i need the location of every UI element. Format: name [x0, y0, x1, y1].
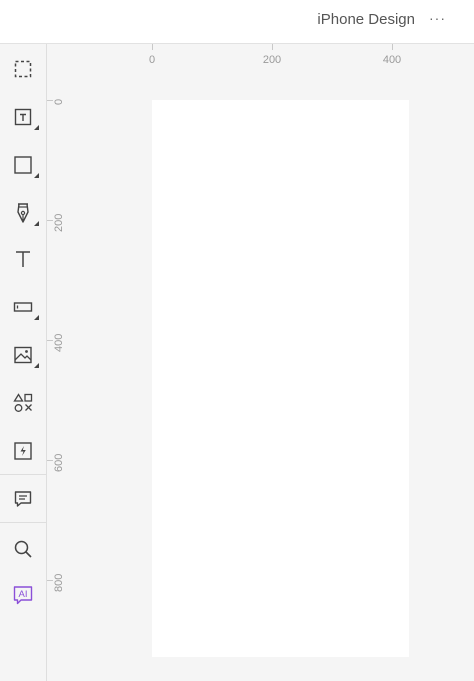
search-icon — [14, 540, 32, 558]
ruler-label: 0 — [53, 98, 65, 105]
ruler-label: 800 — [53, 573, 65, 592]
comment-tool-button[interactable] — [0, 476, 46, 522]
components-icon — [13, 393, 33, 412]
pen-tool-button[interactable] — [0, 190, 46, 236]
left-toolbar: AI — [0, 44, 47, 681]
ruler-tick — [152, 44, 153, 50]
more-options-button[interactable]: ··· — [429, 10, 446, 26]
submenu-indicator-icon — [34, 125, 39, 130]
vertical-ruler: 0 200 400 600 800 — [47, 74, 77, 681]
image-icon — [14, 346, 32, 364]
horizontal-ruler: 0 200 400 — [47, 44, 474, 74]
interaction-tool-button[interactable] — [0, 428, 46, 474]
marquee-select-icon — [14, 60, 32, 78]
ruler-label: 200 — [53, 213, 65, 232]
ruler-label: 400 — [382, 54, 402, 66]
document-title[interactable]: iPhone Design — [317, 11, 415, 28]
ruler-label: 400 — [53, 333, 65, 352]
submenu-indicator-icon — [34, 363, 39, 368]
search-tool-button[interactable] — [0, 526, 46, 572]
submenu-indicator-icon — [34, 173, 39, 178]
lightning-icon — [14, 442, 32, 460]
text-box-tool-button[interactable] — [0, 94, 46, 140]
toolbar-divider — [0, 522, 46, 523]
comment-icon — [14, 491, 32, 507]
image-tool-button[interactable] — [0, 332, 46, 378]
ruler-tick — [272, 44, 273, 50]
submenu-indicator-icon — [34, 315, 39, 320]
ruler-label: 600 — [53, 453, 65, 472]
ruler-label: 200 — [262, 54, 282, 66]
input-field-icon — [13, 302, 33, 312]
select-tool-button[interactable] — [0, 46, 46, 92]
input-field-tool-button[interactable] — [0, 284, 46, 330]
rectangle-icon — [14, 156, 32, 174]
ruler-tick — [392, 44, 393, 50]
ai-tool-button[interactable]: AI — [0, 572, 46, 618]
iphone-artboard[interactable] — [152, 100, 409, 657]
text-tool-button[interactable] — [0, 236, 46, 282]
ruler-label: 0 — [148, 54, 156, 66]
rectangle-tool-button[interactable] — [0, 142, 46, 188]
text-box-icon — [14, 108, 32, 126]
text-icon — [16, 251, 30, 267]
toolbar-divider — [0, 474, 46, 475]
pen-icon — [17, 203, 29, 223]
top-bar: iPhone Design ··· — [0, 0, 474, 44]
components-tool-button[interactable] — [0, 380, 46, 426]
ai-label: AI — [19, 589, 28, 600]
ai-icon: AI — [13, 586, 33, 605]
submenu-indicator-icon — [34, 221, 39, 226]
